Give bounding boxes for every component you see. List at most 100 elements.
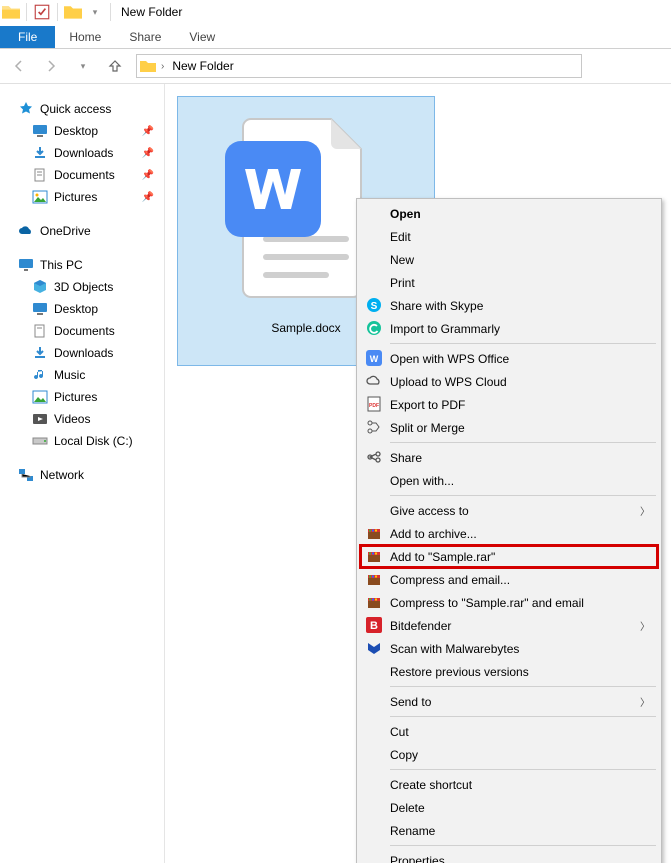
menu-properties[interactable]: Properties: [360, 849, 658, 863]
history-dropdown[interactable]: ▾: [72, 55, 94, 77]
breadcrumb[interactable]: New Folder: [168, 59, 237, 73]
menu-cut[interactable]: Cut: [360, 720, 658, 743]
nav-videos[interactable]: Videos: [0, 408, 164, 430]
tab-home[interactable]: Home: [55, 26, 115, 48]
menu-wps-open[interactable]: W Open with WPS Office: [360, 347, 658, 370]
menu-print[interactable]: Print: [360, 271, 658, 294]
documents-icon: [32, 167, 48, 183]
winrar-icon: [366, 594, 382, 610]
folder-icon: [64, 3, 82, 21]
menu-give-access[interactable]: Give access to〉: [360, 499, 658, 522]
bitdefender-icon: B: [366, 617, 382, 633]
menu-open-with[interactable]: Open with...: [360, 469, 658, 492]
grammarly-icon: [366, 320, 382, 336]
back-button[interactable]: [8, 55, 30, 77]
nav-label: Pictures: [54, 390, 97, 404]
forward-button[interactable]: [40, 55, 62, 77]
menu-edit[interactable]: Edit: [360, 225, 658, 248]
menu-rename[interactable]: Rename: [360, 819, 658, 842]
menu-separator: [390, 686, 656, 687]
menu-skype[interactable]: S Share with Skype: [360, 294, 658, 317]
nav-pictures-pc[interactable]: Pictures: [0, 386, 164, 408]
separator: [110, 3, 111, 21]
nav-label: Quick access: [40, 102, 111, 116]
nav-documents-pc[interactable]: Documents: [0, 320, 164, 342]
menu-add-archive[interactable]: Add to archive...: [360, 522, 658, 545]
pictures-icon: [32, 389, 48, 405]
context-menu: Open Edit New Print S Share with Skype I…: [356, 198, 662, 863]
nav-quick-access[interactable]: Quick access: [0, 98, 164, 120]
svg-text:B: B: [370, 620, 378, 632]
svg-text:W: W: [370, 354, 379, 364]
nav-label: Local Disk (C:): [54, 434, 133, 448]
menu-new[interactable]: New: [360, 248, 658, 271]
menu-export-pdf[interactable]: PDF Export to PDF: [360, 393, 658, 416]
pin-icon: 📌: [142, 148, 154, 159]
menu-send-to[interactable]: Send to〉: [360, 690, 658, 713]
explorer-window: { "title": "New Folder", "ribbon": { "fi…: [0, 0, 671, 863]
navigation-pane: Quick access Desktop 📌 Downloads 📌 Docum…: [0, 84, 165, 863]
pictures-icon: [32, 189, 48, 205]
nav-documents[interactable]: Documents 📌: [0, 164, 164, 186]
winrar-icon: [366, 525, 382, 541]
address-bar[interactable]: › New Folder: [136, 54, 582, 78]
menu-split-merge[interactable]: Split or Merge: [360, 416, 658, 439]
tab-share[interactable]: Share: [115, 26, 175, 48]
nav-label: Network: [40, 468, 84, 482]
menu-malwarebytes[interactable]: Scan with Malwarebytes: [360, 637, 658, 660]
malwarebytes-icon: [366, 640, 382, 656]
up-button[interactable]: [104, 55, 126, 77]
menu-shortcut[interactable]: Create shortcut: [360, 773, 658, 796]
winrar-icon: [366, 571, 382, 587]
desktop-icon: [32, 123, 48, 139]
dropdown-icon[interactable]: ▾: [86, 3, 104, 21]
nav-label: Downloads: [54, 346, 113, 360]
music-icon: [32, 367, 48, 383]
nav-onedrive[interactable]: OneDrive: [0, 220, 164, 242]
nav-downloads-pc[interactable]: Downloads: [0, 342, 164, 364]
menu-grammarly[interactable]: Import to Grammarly: [360, 317, 658, 340]
nav-this-pc[interactable]: This PC: [0, 254, 164, 276]
separator: [26, 3, 27, 21]
documents-icon: [32, 323, 48, 339]
nav-downloads[interactable]: Downloads 📌: [0, 142, 164, 164]
pin-icon: 📌: [142, 170, 154, 181]
menu-compress-rar-email[interactable]: Compress to "Sample.rar" and email: [360, 591, 658, 614]
chevron-right-icon: 〉: [640, 618, 650, 633]
menu-share[interactable]: Share: [360, 446, 658, 469]
skype-icon: S: [366, 297, 382, 313]
chevron-right-icon[interactable]: ›: [161, 61, 164, 72]
folder-icon: [2, 3, 20, 21]
chevron-right-icon: 〉: [640, 694, 650, 709]
download-icon: [32, 145, 48, 161]
menu-wps-cloud[interactable]: Upload to WPS Cloud: [360, 370, 658, 393]
nav-label: Pictures: [54, 190, 97, 204]
nav-local-disk[interactable]: Local Disk (C:): [0, 430, 164, 452]
nav-pictures[interactable]: Pictures 📌: [0, 186, 164, 208]
title-bar: ▾ New Folder: [0, 0, 671, 24]
properties-icon[interactable]: [33, 3, 51, 21]
cloud-icon: [18, 223, 34, 239]
nav-desktop[interactable]: Desktop 📌: [0, 120, 164, 142]
menu-compress-email[interactable]: Compress and email...: [360, 568, 658, 591]
separator: [57, 3, 58, 21]
nav-3d-objects[interactable]: 3D Objects: [0, 276, 164, 298]
menu-add-rar[interactable]: Add to "Sample.rar": [360, 545, 658, 568]
tab-view[interactable]: View: [175, 26, 229, 48]
menu-copy[interactable]: Copy: [360, 743, 658, 766]
menu-delete[interactable]: Delete: [360, 796, 658, 819]
pc-icon: [18, 257, 34, 273]
menu-restore[interactable]: Restore previous versions: [360, 660, 658, 683]
nav-label: Documents: [54, 324, 115, 338]
nav-music[interactable]: Music: [0, 364, 164, 386]
menu-separator: [390, 769, 656, 770]
video-icon: [32, 411, 48, 427]
tab-file[interactable]: File: [0, 26, 55, 48]
chevron-right-icon: 〉: [640, 503, 650, 518]
nav-desktop-pc[interactable]: Desktop: [0, 298, 164, 320]
menu-separator: [390, 343, 656, 344]
menu-open[interactable]: Open: [360, 202, 658, 225]
window-title: New Folder: [121, 5, 182, 19]
nav-network[interactable]: Network: [0, 464, 164, 486]
menu-bitdefender[interactable]: B Bitdefender〉: [360, 614, 658, 637]
